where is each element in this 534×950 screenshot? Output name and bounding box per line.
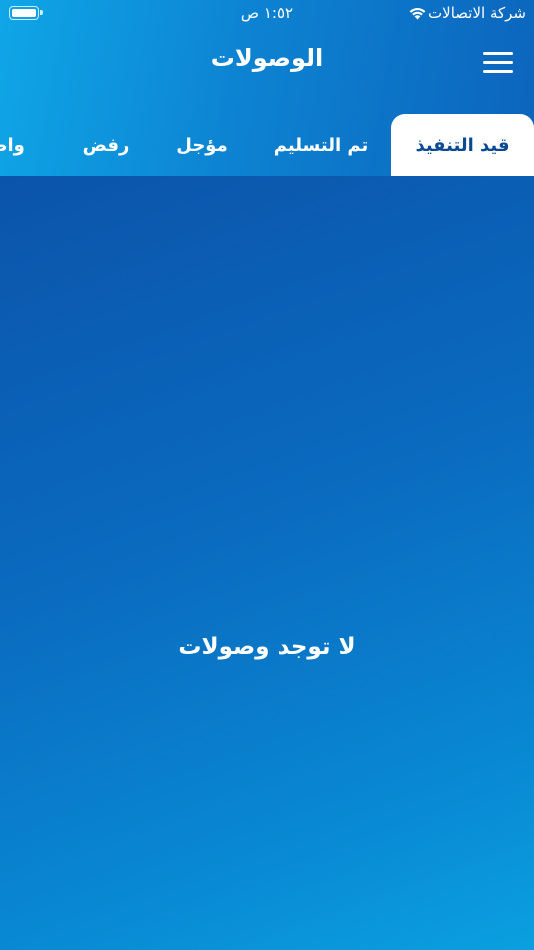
menu-button[interactable]: [476, 46, 520, 80]
empty-state-message: لا توجد وصولات: [178, 634, 356, 660]
wifi-icon: [409, 7, 426, 20]
tab-in-progress[interactable]: قيد التنفيذ: [391, 114, 534, 176]
hamburger-menu-icon: [483, 61, 513, 64]
hamburger-menu-icon: [483, 52, 513, 55]
tab-postponed[interactable]: مؤجل: [168, 114, 236, 176]
battery-icon: [9, 6, 43, 20]
status-tabs: قيد التنفيذ تم التسليم مؤجل رفض واصل: [0, 114, 534, 176]
status-bar: ١:٥٢ ص شركة الاتصالات: [0, 0, 534, 28]
tab-rejected[interactable]: رفض: [76, 114, 136, 176]
status-time: ١:٥٢ ص: [240, 4, 294, 22]
hamburger-menu-icon: [483, 70, 513, 73]
page-title: الوصولات: [210, 44, 324, 72]
carrier-name: شركة الاتصالات: [428, 4, 526, 22]
content-background: [0, 176, 534, 950]
tab-arrived[interactable]: واصل: [0, 114, 44, 176]
tab-delivered[interactable]: تم التسليم: [262, 114, 380, 176]
